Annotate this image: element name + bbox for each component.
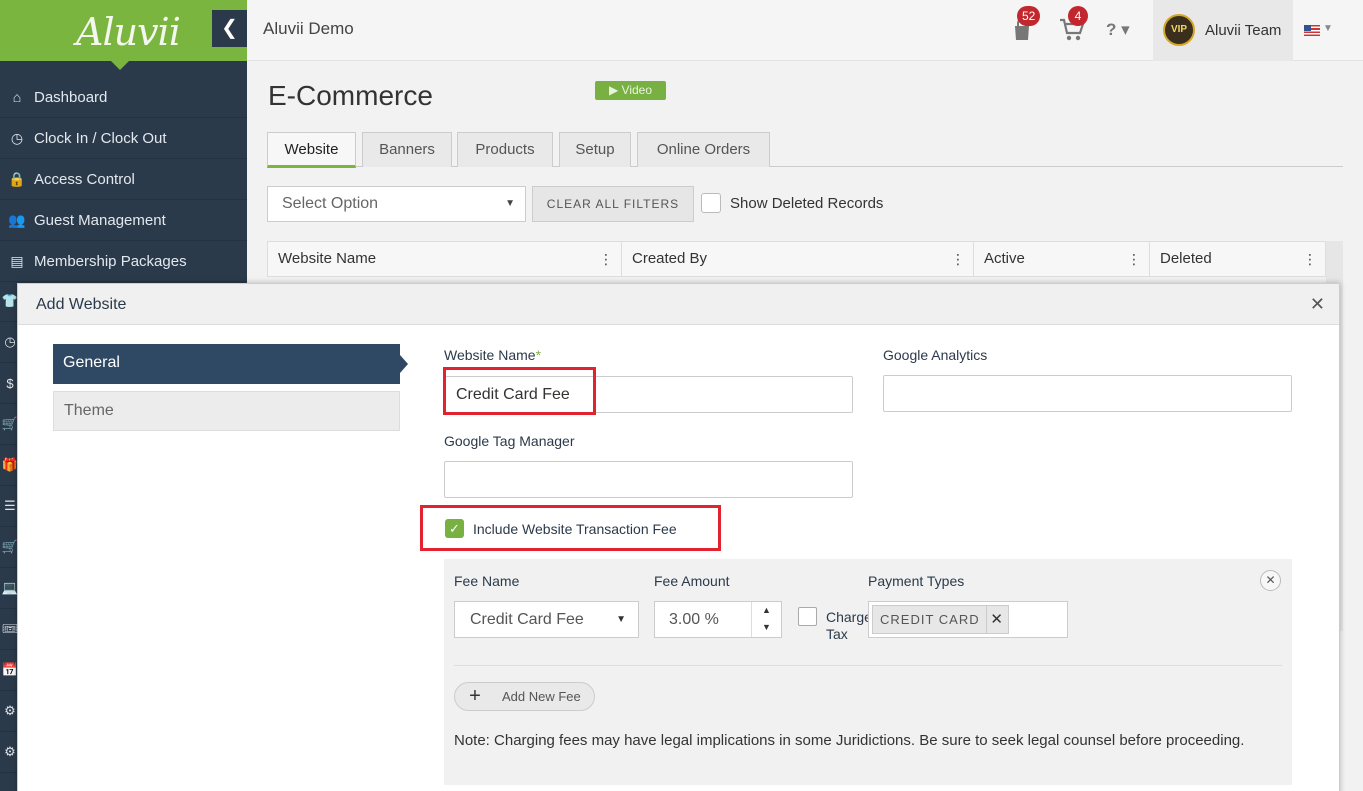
- sidebar-item-guest-management[interactable]: 👥 Guest Management: [0, 200, 247, 241]
- highlight-box: [420, 505, 721, 551]
- tab-banners[interactable]: Banners: [362, 132, 452, 167]
- amount-stepper[interactable]: ▲ ▼: [751, 602, 781, 637]
- add-new-fee-button[interactable]: + Add New Fee: [454, 682, 595, 711]
- show-deleted-label: Show Deleted Records: [730, 195, 884, 212]
- tab-bar: Website Banners Products Setup Online Or…: [267, 132, 1343, 168]
- us-flag-icon[interactable]: [1304, 25, 1320, 36]
- sidebar-collapse-button[interactable]: ❮: [212, 10, 247, 47]
- modal-title: Add Website: [36, 296, 127, 313]
- payment-types-label: Payment Types: [868, 573, 965, 589]
- column-menu-icon[interactable]: ⋮: [1303, 242, 1317, 276]
- sidebar-item-dashboard[interactable]: ⌂ Dashboard: [0, 77, 247, 118]
- sidebar-nav: ⌂ Dashboard ◷ Clock In / Clock Out 🔒 Acc…: [0, 77, 247, 282]
- fee-panel: Fee Name Fee Amount Payment Types ✕ Cred…: [444, 559, 1292, 785]
- google-analytics-input[interactable]: [883, 375, 1292, 412]
- caret-down-icon: ▼: [616, 614, 626, 625]
- google-tag-manager-label: Google Tag Manager: [444, 433, 575, 449]
- column-label: Created By: [632, 250, 708, 267]
- caret-down-icon: ▼: [505, 198, 515, 209]
- close-icon[interactable]: ✕: [1310, 294, 1325, 315]
- fee-name-label: Fee Name: [454, 573, 520, 589]
- payment-types-input[interactable]: CREDIT CARD ✕: [868, 601, 1068, 638]
- sidebar-item-membership-packages[interactable]: ▤ Membership Packages: [0, 241, 247, 282]
- charge-tax-label-2: Tax: [826, 626, 848, 642]
- required-mark: *: [535, 347, 542, 363]
- cart-badge: 4: [1068, 6, 1088, 26]
- highlight-box: [443, 367, 596, 415]
- tab-online-orders[interactable]: Online Orders: [637, 132, 770, 167]
- logo-area: Aluvii: [0, 0, 247, 61]
- top-bar: Aluvii Demo 52 4 ? ▾ VIP Aluvii Team ▼: [247, 0, 1363, 61]
- google-tag-manager-input[interactable]: [444, 461, 853, 498]
- filter-select-value: Select Option: [282, 195, 379, 212]
- charge-tax-label: Charge: [826, 609, 870, 625]
- fee-name-select[interactable]: Credit Card Fee ▼: [454, 601, 639, 638]
- column-menu-icon[interactable]: ⋮: [599, 242, 613, 276]
- logo-pointer: [111, 61, 129, 70]
- video-button[interactable]: ▶ Video: [595, 81, 666, 100]
- sidebar-item-label: Dashboard: [34, 88, 108, 106]
- sidebar-item-label: Access Control: [34, 170, 135, 188]
- side-tab-general[interactable]: General: [53, 344, 408, 384]
- legal-note: Note: Charging fees may have legal impli…: [454, 732, 1245, 749]
- column-website-name[interactable]: Website Name ⋮: [268, 242, 622, 276]
- notification-badge: 52: [1017, 6, 1041, 26]
- remove-fee-icon[interactable]: ✕: [1260, 570, 1281, 591]
- remove-tag-icon[interactable]: ✕: [985, 606, 1008, 633]
- column-label: Website Name: [278, 250, 377, 267]
- column-active[interactable]: Active ⋮: [974, 242, 1150, 276]
- user-name: Aluvii Team: [1205, 22, 1282, 39]
- sidebar-item-label: Guest Management: [34, 211, 166, 229]
- sidebar-item-clock[interactable]: ◷ Clock In / Clock Out: [0, 118, 247, 159]
- home-icon: ⌂: [12, 89, 22, 105]
- payment-type-tag: CREDIT CARD ✕: [872, 605, 1009, 634]
- aluvii-logo[interactable]: Aluvii: [76, 10, 181, 54]
- card-icon: ▤: [10, 252, 24, 269]
- sidebar-item-label: Clock In / Clock Out: [34, 129, 167, 147]
- payment-type-tag-label: CREDIT CARD: [880, 612, 980, 627]
- avatar: VIP: [1163, 14, 1195, 46]
- app-title: Aluvii Demo: [263, 19, 354, 38]
- chevron-down-icon[interactable]: ▼: [1323, 23, 1333, 34]
- filter-select[interactable]: Select Option ▼: [267, 186, 526, 222]
- plus-icon: +: [469, 685, 481, 707]
- fee-amount-value: 3.00 %: [669, 611, 719, 628]
- fee-name-value: Credit Card Fee: [470, 611, 584, 628]
- modal-header: Add Website ✕: [18, 284, 1339, 325]
- column-menu-icon[interactable]: ⋮: [1127, 242, 1141, 276]
- column-created-by[interactable]: Created By ⋮: [622, 242, 974, 276]
- sidebar-item-access-control[interactable]: 🔒 Access Control: [0, 159, 247, 200]
- lock-icon: 🔒: [8, 170, 26, 187]
- column-deleted[interactable]: Deleted ⋮: [1150, 242, 1326, 276]
- fee-amount-label: Fee Amount: [654, 573, 730, 589]
- column-menu-icon[interactable]: ⋮: [951, 242, 965, 276]
- tab-website[interactable]: Website: [267, 132, 356, 168]
- website-name-label: Website Name*: [444, 347, 541, 363]
- website-name-label-text: Website Name: [444, 347, 536, 363]
- fee-amount-input[interactable]: 3.00 % ▲ ▼: [654, 601, 782, 638]
- grid-header: Website Name ⋮ Created By ⋮ Active ⋮ Del…: [267, 241, 1343, 277]
- sidebar-item-label: Membership Packages: [34, 252, 187, 270]
- clock-icon: ◷: [10, 129, 24, 146]
- tab-setup[interactable]: Setup: [559, 132, 631, 167]
- side-tab-theme[interactable]: Theme: [53, 391, 400, 431]
- help-icon[interactable]: ? ▾: [1106, 20, 1130, 40]
- add-website-modal: Add Website ✕ General Theme Website Name…: [17, 283, 1340, 791]
- google-analytics-label: Google Analytics: [883, 347, 988, 363]
- column-label: Deleted: [1160, 250, 1212, 267]
- divider: [454, 665, 1282, 666]
- tab-products[interactable]: Products: [457, 132, 553, 167]
- column-label: Active: [984, 250, 1025, 267]
- user-menu[interactable]: VIP Aluvii Team: [1153, 0, 1293, 61]
- clear-filters-button[interactable]: CLEAR ALL FILTERS: [532, 186, 694, 222]
- show-deleted-checkbox[interactable]: [701, 193, 721, 213]
- charge-tax-checkbox[interactable]: [798, 607, 817, 626]
- page-title: E-Commerce: [268, 80, 433, 111]
- add-new-fee-label: Add New Fee: [502, 689, 581, 704]
- users-icon: 👥: [8, 211, 26, 228]
